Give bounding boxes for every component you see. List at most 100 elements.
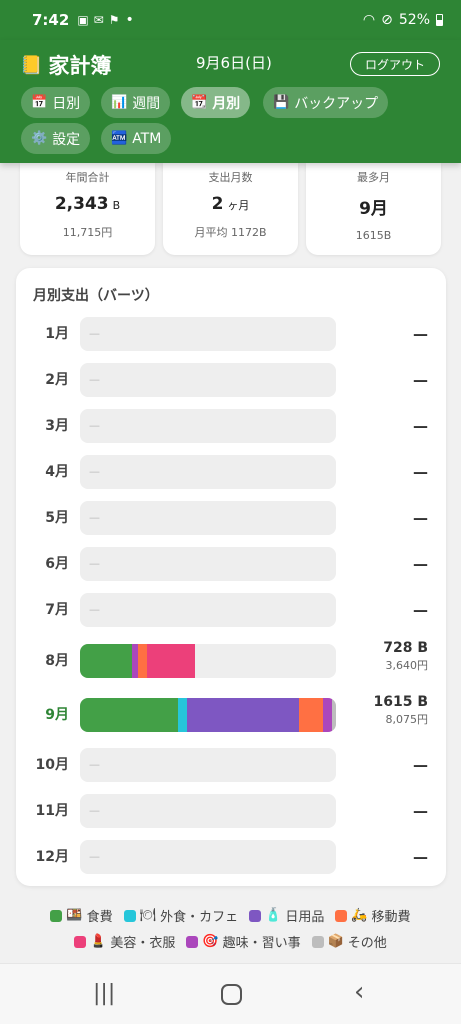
category-icon: 🎯 <box>202 934 219 949</box>
month-label: 1月 <box>45 326 69 342</box>
bar-segment <box>332 698 336 732</box>
bar-segment <box>298 698 324 732</box>
summary-sub: 月平均 1172B <box>194 226 267 239</box>
tab-atm[interactable]: 🏧 ATM <box>101 123 172 154</box>
month-row[interactable]: 12月 — — <box>16 840 446 874</box>
summary-sub: 11,715円 <box>62 226 113 239</box>
month-row[interactable]: 3月 — — <box>16 409 446 443</box>
legend-label: 日用品 <box>285 910 325 925</box>
summary-value: 9月 <box>359 199 388 219</box>
month-bar-track <box>80 644 336 678</box>
month-yen: 3,640円 <box>385 659 429 672</box>
bar-segment <box>186 698 299 732</box>
month-label: 5月 <box>45 510 69 526</box>
empty-placeholder: — <box>89 804 100 817</box>
category-icon: 🛵 <box>351 908 368 923</box>
month-row[interactable]: 1月 — — <box>16 317 446 351</box>
month-value: — <box>413 756 428 774</box>
bar-segment <box>80 698 179 732</box>
logout-button[interactable]: ログアウト <box>350 52 440 76</box>
calendar-icon: 📅 <box>31 95 48 110</box>
legend-item: 🍱 食費 <box>50 906 113 925</box>
month-row[interactable]: 6月 — — <box>16 547 446 581</box>
bar-chart-icon: 📊 <box>111 95 128 110</box>
category-icon: 🍱 <box>66 908 83 923</box>
month-value: — <box>413 601 428 619</box>
category-legend: 🍱 食費 🍽 外食・カフェ 🧴 日用品 🛵 移動費 💄 美容・衣服 🎯 趣味・習い事 📦 その他 <box>0 906 461 958</box>
empty-placeholder: — <box>89 850 100 863</box>
tab-weekly[interactable]: 📊 週間 <box>101 87 171 118</box>
legend-swatch <box>335 909 348 922</box>
month-value: — <box>413 509 428 527</box>
flag-icon: ⚑ <box>108 13 120 27</box>
tab-monthly[interactable]: 📆 月別 <box>181 87 251 118</box>
tab-backup[interactable]: 💾 バックアップ <box>263 87 389 118</box>
tab-daily[interactable]: 📅 日別 <box>21 87 91 118</box>
month-bar-track: — <box>80 317 336 351</box>
month-bar-track: — <box>80 840 336 874</box>
month-row[interactable]: 11月 — — <box>16 794 446 828</box>
month-bar-track: — <box>80 794 336 828</box>
status-bar: 7:42 ▣ ✉ ⚑ • ◠ ⊘ 52% <box>0 0 461 40</box>
status-time: 7:42 <box>32 11 70 29</box>
month-bar-track: — <box>80 409 336 443</box>
empty-placeholder: — <box>89 511 100 524</box>
bar-segment <box>146 644 196 678</box>
summary-label: 年間合計 <box>65 171 110 184</box>
summary-sub: 1615B <box>355 229 392 242</box>
notification-dot-icon: • <box>125 12 134 28</box>
tab-settings[interactable]: ⚙️ 設定 <box>21 123 91 154</box>
summary-card-top-month: 最多月 9月 1615B <box>306 163 441 255</box>
month-baht: 1615 B <box>373 694 428 710</box>
legend-label: 趣味・習い事 <box>222 936 301 951</box>
tab-label: 週間 <box>132 95 161 112</box>
legend-label: 移動費 <box>371 910 411 925</box>
calendar-month-icon: 📆 <box>191 95 208 110</box>
month-row[interactable]: 8月 728 B 3,640円 <box>16 640 446 678</box>
month-label: 9月 <box>45 707 69 723</box>
month-value: 1615 B 8,075円 <box>373 694 428 728</box>
battery-icon <box>436 14 443 26</box>
summary-card-spending-months: 支出月数 2 ヶ月 月平均 1172B <box>163 163 298 255</box>
recent-apps-icon[interactable]: ||| <box>93 982 115 1006</box>
summary-label: 最多月 <box>357 171 390 184</box>
legend-swatch <box>74 935 87 948</box>
month-label: 2月 <box>45 372 69 388</box>
month-row[interactable]: 5月 — — <box>16 501 446 535</box>
system-nav-bar: ||| ‹ <box>0 963 461 1024</box>
home-icon[interactable] <box>221 984 242 1005</box>
month-bar-track: — <box>80 501 336 535</box>
month-row[interactable]: 4月 — — <box>16 455 446 489</box>
month-value: — <box>413 417 428 435</box>
month-row[interactable]: 2月 — — <box>16 363 446 397</box>
month-bar-track: — <box>80 593 336 627</box>
back-icon[interactable]: ‹ <box>354 979 364 1005</box>
month-label: 6月 <box>45 556 69 572</box>
month-yen: 8,075円 <box>385 713 429 726</box>
monthly-spending-card: 月別支出（バーツ） 1月 — — 2月 — — 3月 — — 4月 — — 5月 — — 6月 — — 7月 — — 8月… <box>16 268 446 886</box>
category-icon: 🍽 <box>139 908 157 923</box>
gallery-icon: ▣ <box>77 13 89 27</box>
month-value: 728 B 3,640円 <box>383 640 428 674</box>
month-label: 4月 <box>45 464 69 480</box>
legend-label: 美容・衣服 <box>110 936 176 951</box>
month-row[interactable]: 9月 1615 B 8,075円 <box>16 694 446 732</box>
legend-item: 🛵 移動費 <box>335 906 411 925</box>
tab-label: バックアップ <box>294 95 379 112</box>
tab-label: 月別 <box>212 95 241 112</box>
summary-label: 支出月数 <box>208 171 253 184</box>
month-value: — <box>413 802 428 820</box>
battery-percent: 52% <box>398 12 430 28</box>
legend-item: 🧴 日用品 <box>249 906 324 925</box>
month-bar-track: — <box>80 363 336 397</box>
month-row[interactable]: 10月 — — <box>16 748 446 782</box>
category-icon: 📦 <box>327 934 344 949</box>
month-label: 10月 <box>35 757 69 773</box>
month-bar-track: — <box>80 748 336 782</box>
legend-item: 📦 その他 <box>311 932 387 951</box>
category-icon: 🧴 <box>265 908 282 923</box>
month-label: 12月 <box>35 849 69 865</box>
app-header: 📒 家計簿 9月6日(日) ログアウト 📅 日別 📊 週間 📆 月別 💾 バック… <box>0 40 461 163</box>
month-row[interactable]: 7月 — — <box>16 593 446 627</box>
summary-card-annual-total: 年間合計 2,343 B 11,715円 <box>20 163 155 255</box>
